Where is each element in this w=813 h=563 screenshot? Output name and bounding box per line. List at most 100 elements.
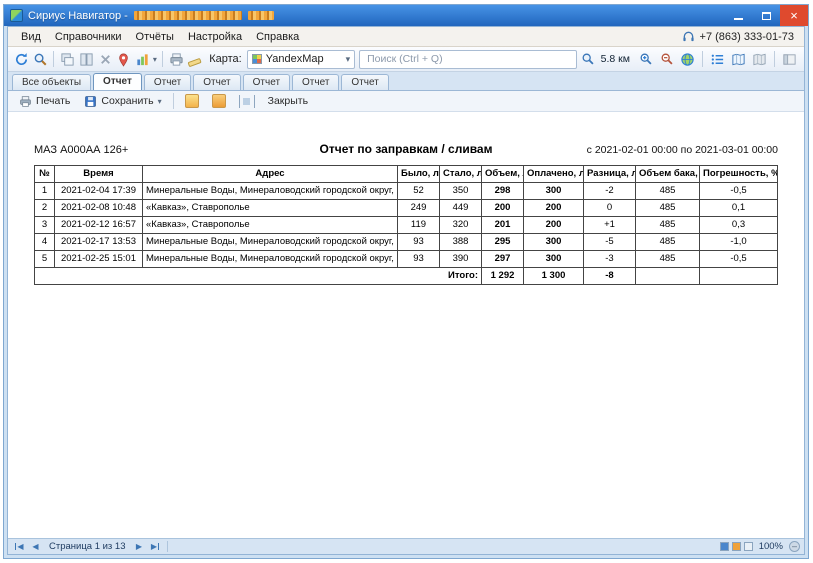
map-view-icon [731,52,746,67]
table-cell: Минеральные Воды, Минераловодский городс… [143,234,398,251]
total-paid: 1 300 [524,268,584,285]
column-header: Адрес [143,166,398,183]
table-cell: +1 [584,217,636,234]
table-cell: «Кавказ», Ставрополье [143,217,398,234]
status-bar: ◀ ◀ Страница 1 из 13 ▶ ▶ 100% – [8,538,804,554]
tab-all-objects[interactable]: Все объекты [12,74,91,90]
maximize-button[interactable] [752,5,780,26]
table-cell: 93 [398,234,440,251]
zoom-mode-width-button[interactable] [732,542,741,551]
report-title: Отчет по заправкам / сливам [320,142,493,156]
fit-width-button[interactable] [234,94,260,109]
chart-button[interactable] [134,50,151,69]
column-header: Объем, л [482,166,524,183]
menu-directories[interactable]: Справочники [48,29,129,45]
table-cell: «Кавказ», Ставрополье [143,200,398,217]
chart-icon [135,52,150,67]
measure-button[interactable] [187,50,204,69]
table-cell: -5 [584,234,636,251]
close-window-button[interactable] [97,50,114,69]
app-window: Сириус Навигатор - × Вид Справочники Отч… [3,4,809,559]
zoom-level: 100% [759,541,783,552]
zoom-in-button[interactable] [636,50,655,69]
tab-report-4[interactable]: Отчет [243,74,290,90]
last-page-button[interactable]: ▶ [148,540,163,553]
table-cell: 2021-02-17 13:53 [55,234,143,251]
prev-page-button[interactable]: ◀ [28,540,43,553]
column-header: Объем бака, л [636,166,700,183]
map-chip-icon [252,54,262,64]
tab-report-6[interactable]: Отчет [341,74,388,90]
save-label: Сохранить [101,95,153,107]
table-cell: 52 [398,183,440,200]
page-orientation-icon [212,94,226,108]
toolbar-right-group: 5.8 км [579,50,799,69]
scale-button[interactable] [579,50,598,69]
menu-reports[interactable]: Отчёты [129,29,181,45]
table-cell: 297 [482,251,524,268]
map-marker-icon [116,52,131,67]
zoom-out-button[interactable] [657,50,676,69]
search-icon [33,52,48,67]
save-button[interactable]: Сохранить ▾ [78,93,166,109]
table-cell: 2021-02-25 15:01 [55,251,143,268]
tile-windows-button[interactable] [78,50,95,69]
tile-windows-icon [79,52,94,67]
map-view-button[interactable] [729,50,748,69]
column-header: Оплачено, л [524,166,584,183]
refresh-button[interactable] [13,50,30,69]
tab-report-5[interactable]: Отчет [292,74,339,90]
cascade-windows-button[interactable] [59,50,76,69]
print-map-button[interactable] [168,50,185,69]
search-button[interactable] [32,50,49,69]
table-cell: 200 [524,217,584,234]
table-row: 22021-02-08 10:48«Кавказ», Ставрополье24… [35,200,778,217]
window-controls: × [724,5,808,26]
chart-dropdown-icon[interactable]: ▾ [153,55,157,64]
page-setup-button[interactable] [180,93,204,109]
main-toolbar: ▾ Карта: YandexMap ▾ [8,47,804,72]
minimap-button[interactable] [750,50,769,69]
first-page-button[interactable]: ◀ [12,540,27,553]
zoom-mode-two-pages-button[interactable] [744,542,753,551]
table-cell: 300 [524,183,584,200]
close-button[interactable]: × [780,5,808,26]
vehicle-name: МАЗ А000АА 126+ [34,144,320,156]
table-cell: Минеральные Воды, Минераловодский городс… [143,183,398,200]
globe-button[interactable] [678,50,697,69]
minimize-button[interactable] [724,5,752,26]
table-cell: 350 [440,183,482,200]
table-cell: 298 [482,183,524,200]
table-cell: 201 [482,217,524,234]
toolbar-separator [53,51,54,67]
objects-list-button[interactable] [708,50,727,69]
column-header: Время [55,166,143,183]
zoom-mode-page-button[interactable] [720,542,729,551]
map-provider-select[interactable]: YandexMap ▾ [247,50,355,69]
search-input[interactable] [365,52,571,66]
next-page-button[interactable]: ▶ [132,540,147,553]
window-title: Сириус Навигатор - [28,10,128,22]
zoom-out-button-statusbar[interactable]: – [789,541,800,552]
menu-help[interactable]: Справка [249,29,306,45]
zoom-out-icon [660,52,674,66]
menu-settings[interactable]: Настройка [181,29,249,45]
page-indicator: Страница 1 из 13 [49,541,126,552]
table-cell: 249 [398,200,440,217]
table-cell: 320 [440,217,482,234]
table-header-row: №ВремяАдресБыло, лСтало, лОбъем, лОплаче… [35,166,778,183]
panel-toggle-button[interactable] [780,50,799,69]
search-field[interactable] [359,50,577,69]
close-report-button[interactable]: Закрыть [263,94,313,108]
report-table: №ВремяАдресБыло, лСтало, лОбъем, лОплаче… [34,165,778,285]
tab-report-2[interactable]: Отчет [144,74,191,90]
print-button[interactable]: Печать [13,93,75,109]
tab-report-3[interactable]: Отчет [193,74,240,90]
marker-button[interactable] [115,50,132,69]
tab-report-1[interactable]: Отчет [93,73,142,90]
total-label: Итого: [35,268,482,285]
page-orientation-button[interactable] [207,93,231,109]
menu-view[interactable]: Вид [14,29,48,45]
table-cell: 485 [636,200,700,217]
table-row: 32021-02-12 16:57«Кавказ», Ставрополье11… [35,217,778,234]
